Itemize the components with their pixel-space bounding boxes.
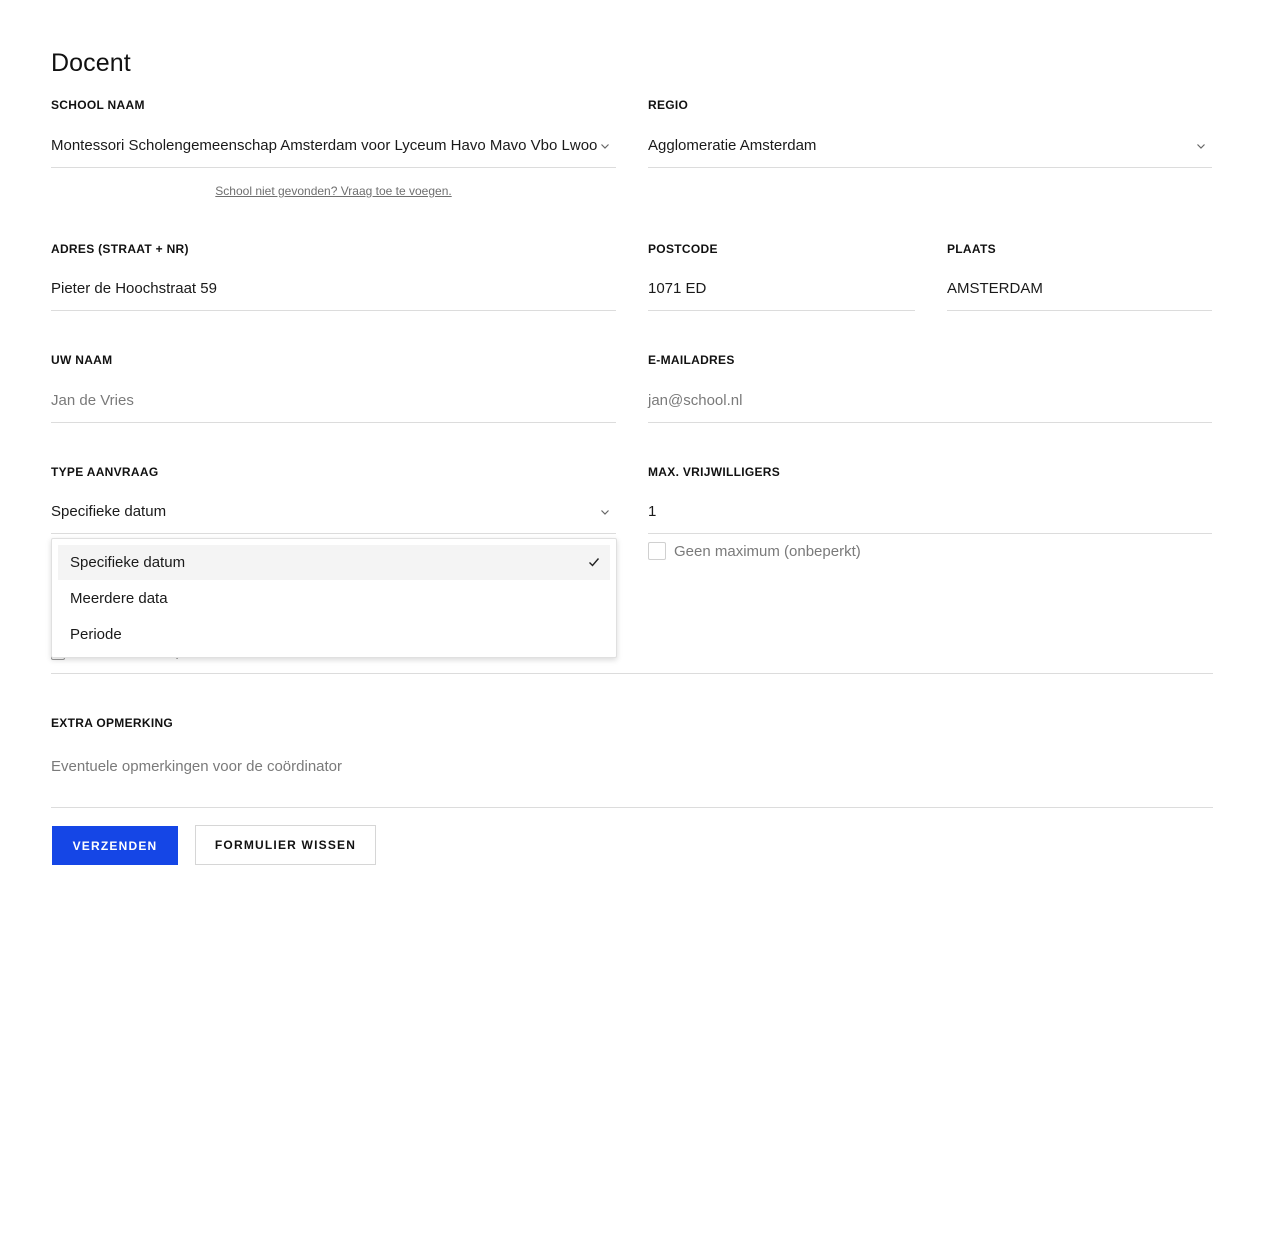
- check-icon: [589, 558, 600, 567]
- max-volunteers-value: 1: [648, 503, 657, 520]
- remark-label: EXTRA OPMERKING: [51, 716, 174, 730]
- request-type-label: TYPE AANVRAAG: [51, 465, 159, 479]
- postcode-value: 1071 ED: [648, 280, 707, 297]
- email-placeholder: jan@school.nl: [648, 392, 743, 409]
- submit-button[interactable]: VERZENDEN: [52, 826, 178, 865]
- postcode-label: POSTCODE: [648, 242, 718, 256]
- max-volunteers-input[interactable]: 1: [648, 490, 1212, 534]
- chevron-down-icon: [1197, 143, 1205, 149]
- section-divider: [51, 673, 1213, 674]
- school-not-found-link[interactable]: School niet gevonden? Vraag toe te voege…: [51, 184, 616, 198]
- name-label: UW NAAM: [51, 353, 113, 367]
- unlimited-checkbox-row[interactable]: Geen maximum (onbeperkt): [648, 542, 861, 560]
- address-input[interactable]: Pieter de Hoochstraat 59: [51, 267, 616, 311]
- reset-form-button[interactable]: FORMULIER WISSEN: [195, 825, 376, 865]
- chevron-down-icon: [601, 143, 609, 149]
- chevron-down-icon: [601, 509, 609, 515]
- page-title: Docent: [51, 49, 131, 77]
- dropdown-option-label: Periode: [70, 626, 122, 643]
- regio-select[interactable]: Agglomeratie Amsterdam: [648, 124, 1212, 168]
- email-label: E-MAILADRES: [648, 353, 735, 367]
- dropdown-option-label: Specifieke datum: [70, 554, 186, 571]
- remark-placeholder: Eventuele opmerkingen voor de coördinato…: [51, 758, 343, 775]
- max-volunteers-label: MAX. VRIJWILLIGERS: [648, 465, 781, 479]
- address-label: ADRES (STRAAT + NR): [51, 242, 189, 256]
- plaats-input[interactable]: AMSTERDAM: [947, 267, 1212, 311]
- school-name-select[interactable]: Montessori Scholengemeenschap Amsterdam …: [51, 124, 616, 168]
- unlimited-checkbox[interactable]: [648, 542, 666, 560]
- dropdown-option-meerdere-data[interactable]: Meerdere data: [58, 581, 610, 616]
- regio-value: Agglomeratie Amsterdam: [648, 137, 817, 154]
- dropdown-option-periode[interactable]: Periode: [58, 617, 610, 652]
- plaats-value: AMSTERDAM: [947, 280, 1043, 297]
- dropdown-option-specifieke-datum[interactable]: Specifieke datum: [58, 545, 610, 580]
- plaats-label: PLAATS: [947, 242, 996, 256]
- email-input[interactable]: jan@school.nl: [648, 379, 1212, 423]
- request-type-value: Specifieke datum: [51, 503, 167, 520]
- unlimited-checkbox-label: Geen maximum (onbeperkt): [674, 542, 861, 560]
- address-value: Pieter de Hoochstraat 59: [51, 280, 217, 297]
- request-type-select[interactable]: Specifieke datum: [51, 490, 616, 534]
- name-placeholder: Jan de Vries: [51, 392, 134, 409]
- dropdown-option-label: Meerdere data: [70, 590, 168, 607]
- name-input[interactable]: Jan de Vries: [51, 379, 616, 423]
- postcode-input[interactable]: 1071 ED: [648, 267, 915, 311]
- school-name-value: Montessori Scholengemeenschap Amsterdam …: [51, 137, 598, 154]
- remark-textarea[interactable]: Eventuele opmerkingen voor de coördinato…: [51, 744, 1213, 808]
- school-name-label: SCHOOL NAAM: [51, 98, 145, 112]
- regio-label: REGIO: [648, 98, 689, 112]
- request-type-dropdown: Specifieke datum Meerdere data Periode: [51, 538, 617, 658]
